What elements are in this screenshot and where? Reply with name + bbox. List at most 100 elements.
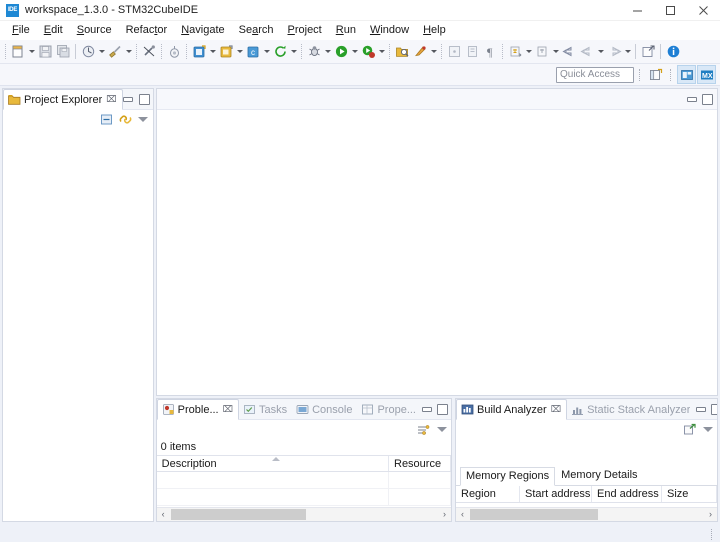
minimize-view-icon[interactable] <box>421 404 432 415</box>
open-type-icon[interactable]: c <box>244 41 262 63</box>
menu-search[interactable]: Search <box>232 21 281 40</box>
back-dropdown-icon[interactable] <box>596 41 605 63</box>
forward-dropdown-icon[interactable] <box>623 41 632 63</box>
scroll-track[interactable] <box>169 508 438 521</box>
mx-perspective-icon[interactable]: MX <box>697 65 716 84</box>
save-all-icon[interactable] <box>54 41 72 63</box>
view-menu-icon[interactable] <box>702 424 713 435</box>
tab-memory-details[interactable]: Memory Details <box>555 466 643 485</box>
problems-table-rows[interactable] <box>156 472 451 507</box>
minimize-icon[interactable] <box>621 0 654 21</box>
new-icon[interactable] <box>9 41 27 63</box>
project-explorer-tree[interactable] <box>3 128 153 521</box>
tab-properties[interactable]: Prope... <box>357 399 421 420</box>
problems-horizontal-scrollbar[interactable]: ‹ › <box>156 507 451 521</box>
tab-build-analyzer[interactable]: Build Analyzer ⌧ <box>456 399 568 420</box>
tab-console[interactable]: Console <box>292 399 357 420</box>
tab-problems[interactable]: Proble... ⌧ <box>156 399 239 420</box>
menu-window[interactable]: Window <box>363 21 416 40</box>
maximize-editor-icon[interactable] <box>702 94 713 105</box>
maximize-view-icon[interactable] <box>711 404 717 415</box>
c-cpp-perspective-icon[interactable] <box>677 65 696 84</box>
run-icon[interactable] <box>332 41 350 63</box>
new-dropdown-icon[interactable] <box>27 41 36 63</box>
scroll-track[interactable] <box>469 508 704 521</box>
menu-run[interactable]: Run <box>329 21 363 40</box>
filters-icon[interactable] <box>417 423 430 436</box>
collapse-all-icon[interactable] <box>100 113 113 126</box>
tab-tasks[interactable]: Tasks <box>239 399 292 420</box>
column-header-region[interactable]: Region <box>456 486 520 502</box>
menu-project[interactable]: Project <box>281 21 329 40</box>
scroll-right-icon[interactable]: › <box>438 508 451 521</box>
prev-annotation-dropdown-icon[interactable] <box>551 41 560 63</box>
clean-dropdown-icon[interactable] <box>124 41 133 63</box>
column-header-size[interactable]: Size <box>662 486 717 502</box>
open-build-log-icon[interactable] <box>683 423 696 436</box>
search-folder-icon[interactable] <box>393 41 411 63</box>
scroll-left-icon[interactable]: ‹ <box>157 508 170 521</box>
new-c-project-dropdown-icon[interactable] <box>208 41 217 63</box>
scroll-thumb[interactable] <box>470 509 598 520</box>
minimize-view-icon[interactable] <box>123 94 134 105</box>
tab-project-explorer[interactable]: Project Explorer ⌧ <box>3 89 123 110</box>
external-tools-icon[interactable] <box>639 41 657 63</box>
debug-bug-icon[interactable] <box>305 41 323 63</box>
tab-close-icon[interactable]: ⌧ <box>551 405 561 414</box>
quick-access-input[interactable]: Quick Access <box>556 66 634 83</box>
build-dropdown-icon[interactable] <box>97 41 106 63</box>
refresh-dropdown-icon[interactable] <box>289 41 298 63</box>
tab-static-stack-analyzer[interactable]: Static Stack Analyzer <box>567 399 695 420</box>
pilcrow-icon[interactable]: ¶ <box>481 41 499 63</box>
menu-help[interactable]: Help <box>416 21 453 40</box>
back-icon[interactable] <box>560 41 578 63</box>
build-analyzer-horizontal-scrollbar[interactable]: ‹ › <box>456 507 717 521</box>
new-c-project-icon[interactable] <box>190 41 208 63</box>
tab-close-icon[interactable]: ⌧ <box>223 405 233 414</box>
menu-source[interactable]: Source <box>70 21 119 40</box>
maximize-view-icon[interactable] <box>139 94 150 105</box>
resize-grip-icon[interactable] <box>706 527 718 541</box>
open-perspective-icon[interactable] <box>646 65 665 84</box>
run-dropdown-icon[interactable] <box>350 41 359 63</box>
build-icon[interactable] <box>79 41 97 63</box>
prev-annotation-icon[interactable] <box>533 41 551 63</box>
marker-dropdown-icon[interactable] <box>429 41 438 63</box>
column-header-start-address[interactable]: Start address <box>520 486 592 502</box>
forward-icon[interactable] <box>605 41 623 63</box>
save-icon[interactable] <box>36 41 54 63</box>
menu-file[interactable]: File <box>5 21 37 40</box>
column-header-description[interactable]: Description <box>157 456 389 471</box>
column-header-end-address[interactable]: End address <box>592 486 662 502</box>
link-with-editor-icon[interactable] <box>119 113 132 126</box>
menu-refactor[interactable]: Refactor <box>119 21 175 40</box>
scroll-left-icon[interactable]: ‹ <box>456 508 469 521</box>
minimize-view-icon[interactable] <box>695 404 706 415</box>
maximize-view-icon[interactable] <box>437 404 448 415</box>
column-header-resource[interactable]: Resource <box>389 456 451 471</box>
new-c-class-dropdown-icon[interactable] <box>235 41 244 63</box>
clean-icon[interactable] <box>106 41 124 63</box>
info-icon[interactable] <box>664 41 682 63</box>
next-annotation-dropdown-icon[interactable] <box>524 41 533 63</box>
profile-icon[interactable] <box>359 41 377 63</box>
pilcrow-block-icon[interactable] <box>463 41 481 63</box>
refresh-icon[interactable] <box>271 41 289 63</box>
open-type-dropdown-icon[interactable] <box>262 41 271 63</box>
maximize-icon[interactable] <box>654 0 687 21</box>
scroll-right-icon[interactable]: › <box>704 508 717 521</box>
debug-dropdown-icon[interactable] <box>323 41 332 63</box>
menu-navigate[interactable]: Navigate <box>174 21 231 40</box>
marker-icon[interactable] <box>411 41 429 63</box>
editor-blank-area[interactable] <box>156 110 717 395</box>
profile-dropdown-icon[interactable] <box>377 41 386 63</box>
view-menu-icon[interactable] <box>436 424 447 435</box>
tab-close-icon[interactable]: ⌧ <box>106 95 116 104</box>
tab-memory-regions[interactable]: Memory Regions <box>460 467 556 486</box>
close-icon[interactable] <box>687 0 720 21</box>
minimize-editor-icon[interactable] <box>686 94 697 105</box>
no-launch-icon[interactable] <box>140 41 158 63</box>
debug-config-icon[interactable] <box>165 41 183 63</box>
next-annotation-icon[interactable] <box>506 41 524 63</box>
forward-back-icon[interactable] <box>578 41 596 63</box>
